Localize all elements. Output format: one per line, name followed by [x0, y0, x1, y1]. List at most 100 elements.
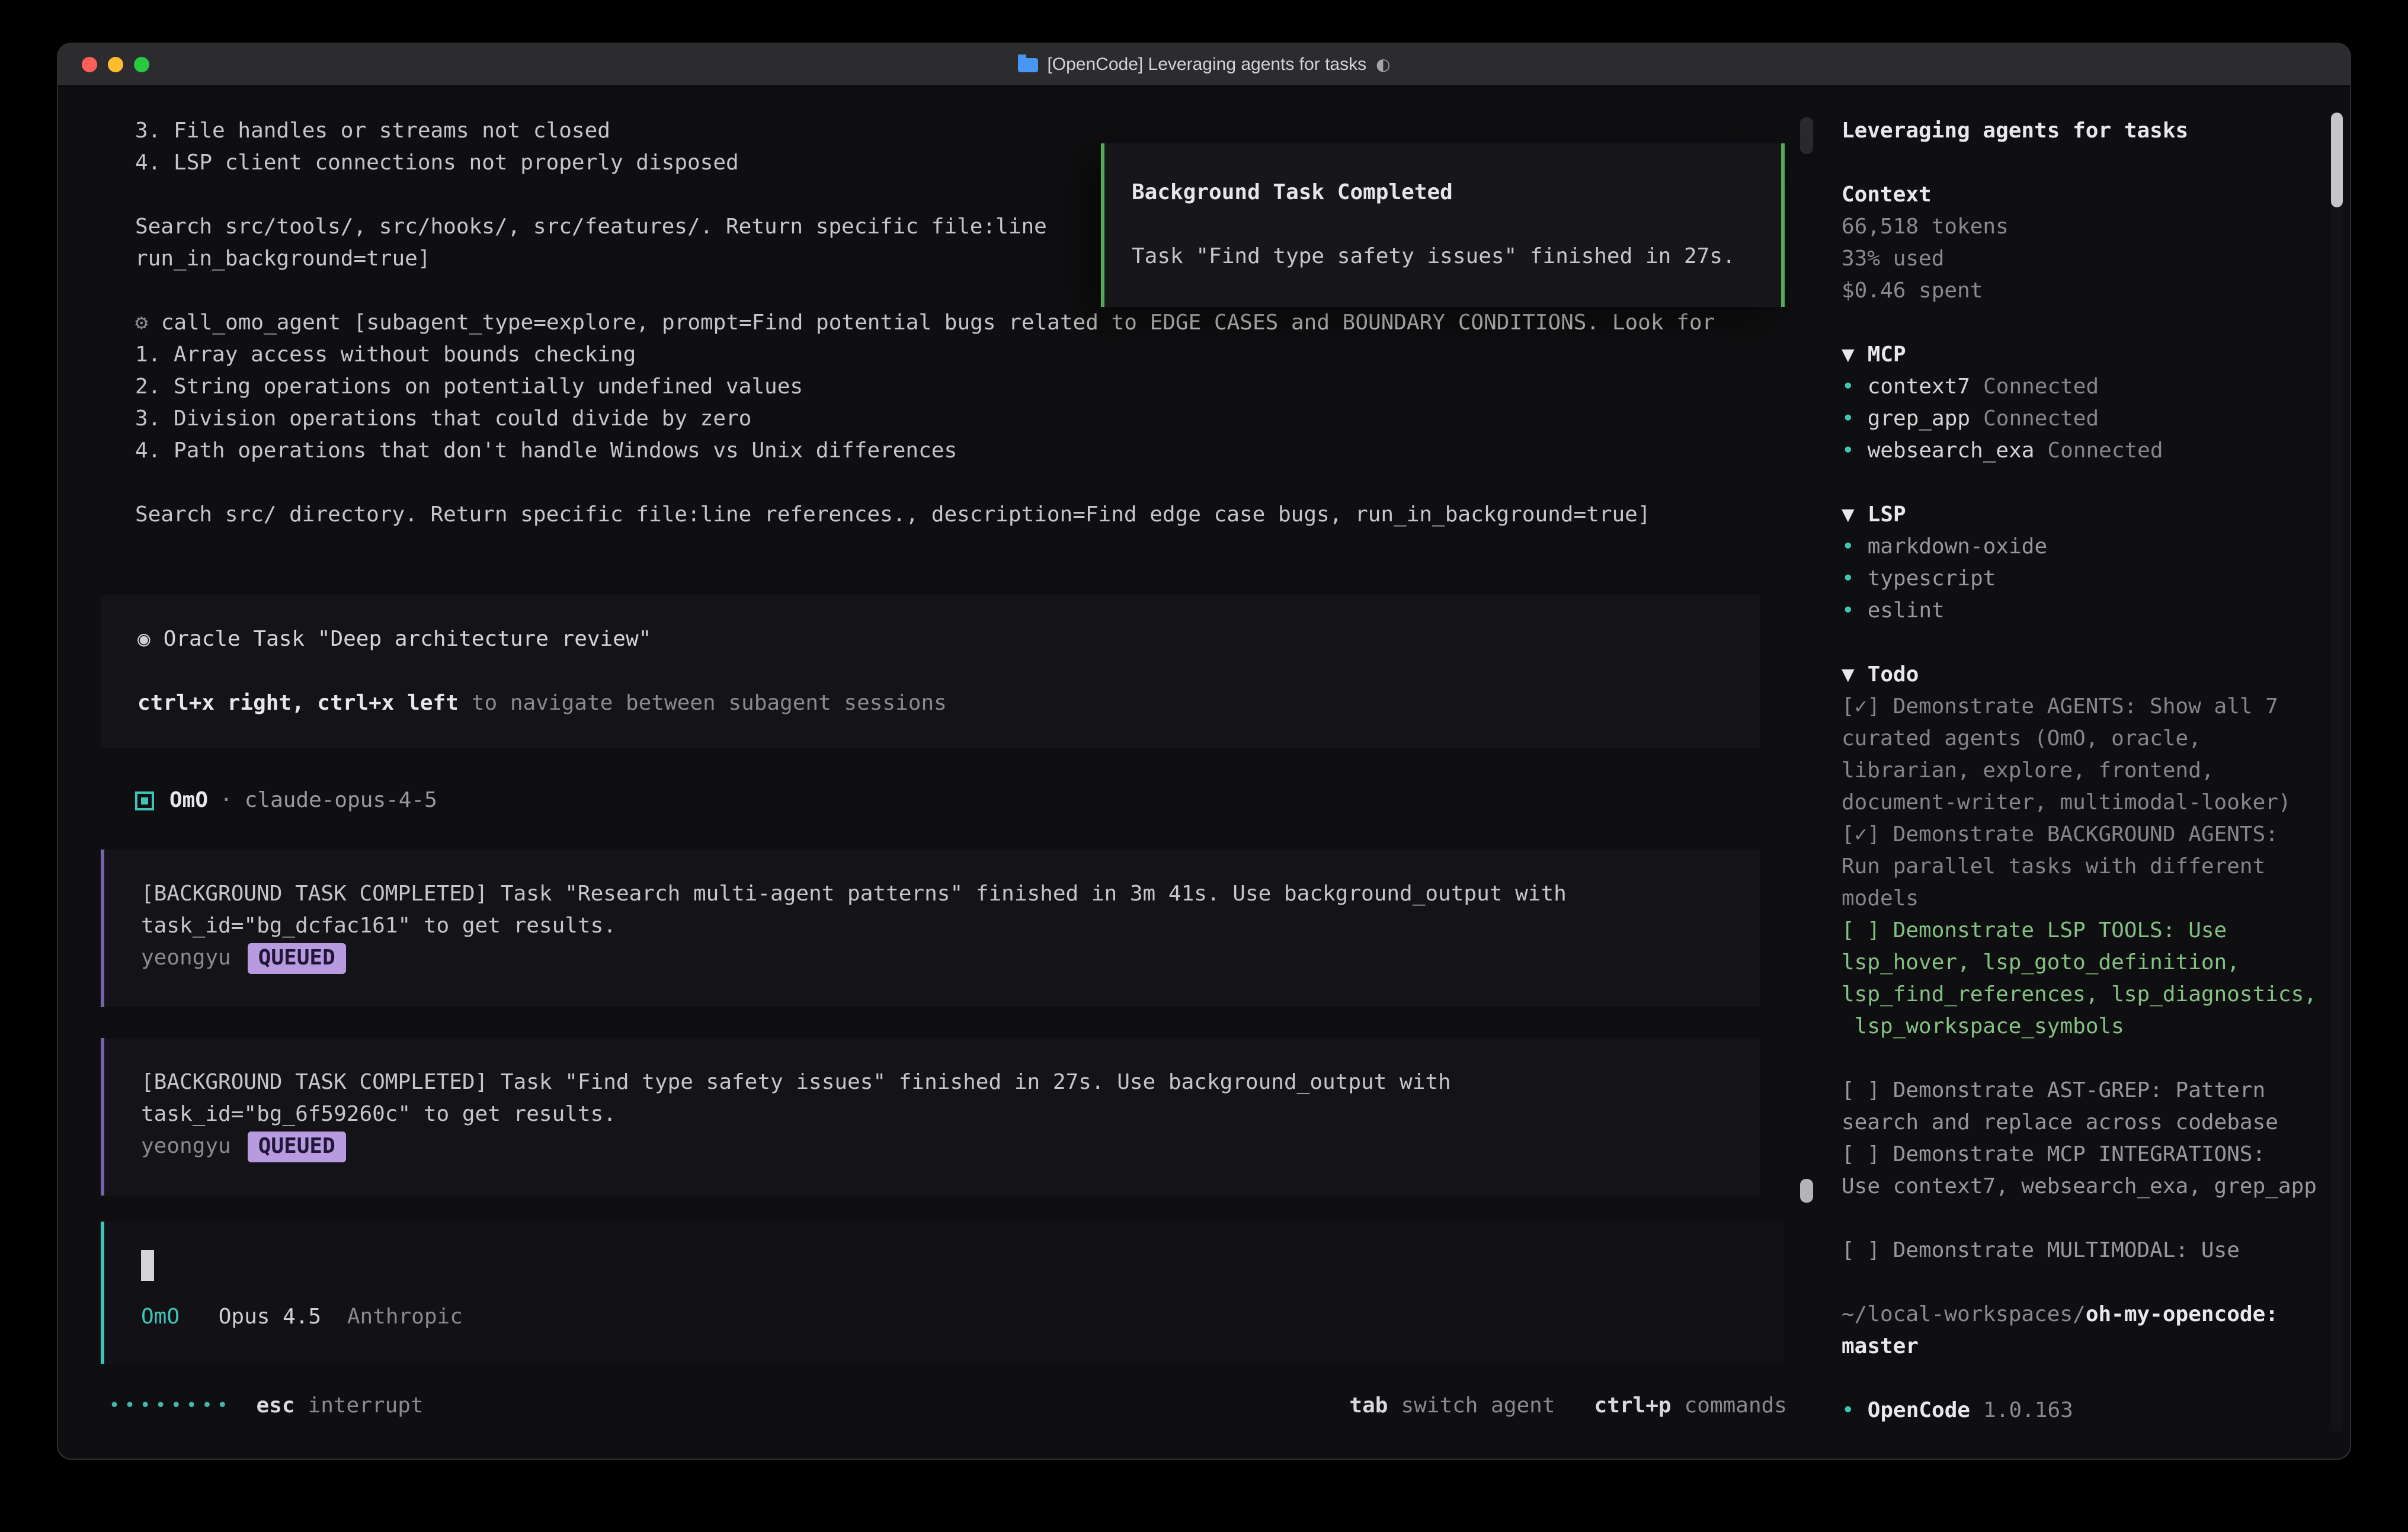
- queued-badge: QUEUED: [248, 943, 346, 974]
- chevron-down-icon: ▼: [1842, 662, 1855, 687]
- app-version-footer: • OpenCode 1.0.163: [1842, 1395, 2323, 1427]
- prompt-input[interactable]: OmO Opus 4.5 Anthropic: [101, 1222, 1783, 1364]
- folder-icon: [1017, 57, 1038, 72]
- separator-dot: ·: [220, 784, 233, 816]
- esc-key-label: interrupt: [308, 1390, 424, 1422]
- traffic-lights: [82, 57, 149, 72]
- provider-label: Anthropic: [347, 1305, 463, 1329]
- context-section-header: Context: [1842, 179, 2323, 211]
- minimize-button[interactable]: [108, 57, 123, 72]
- bullet-icon: •: [1842, 534, 1855, 559]
- mcp-section-header[interactable]: ▼MCP: [1842, 339, 2323, 371]
- todo-header-label: Todo: [1868, 662, 1919, 687]
- maximize-button[interactable]: [134, 57, 149, 72]
- oracle-task-panel: ◉Oracle Task "Deep architecture review" …: [101, 595, 1760, 748]
- background-task-message: [BACKGROUND TASK COMPLETED] Task "Resear…: [101, 850, 1760, 1007]
- oracle-task-title: Oracle Task "Deep architecture review": [164, 627, 652, 652]
- chevron-down-icon: ▼: [1842, 502, 1855, 527]
- tab-key-label: switch agent: [1401, 1390, 1555, 1422]
- terminal-line: Search src/ directory. Return specific f…: [101, 499, 1817, 531]
- window-title: [OpenCode] Leveraging agents for tasks ◐: [1017, 55, 1390, 75]
- ctrlp-key-label: commands: [1685, 1390, 1787, 1422]
- message-line: [BACKGROUND TASK COMPLETED] Task "Resear…: [141, 878, 1731, 910]
- terminal-line: 3. File handles or streams not closed: [101, 115, 1817, 147]
- mcp-name: websearch_exa: [1868, 438, 2035, 463]
- terminal-line: 3. Division operations that could divide…: [101, 403, 1817, 435]
- lsp-item: • typescript: [1842, 563, 2323, 595]
- todo-item: [ ] Demonstrate MULTIMODAL: Use: [1842, 1235, 2323, 1267]
- agent-header: OmO · claude-opus-4-5: [101, 784, 1817, 816]
- notification-body: Task "Find type safety issues" finished …: [1132, 241, 1757, 273]
- active-agent-label: OmO: [141, 1305, 180, 1329]
- bullet-icon: •: [1842, 438, 1855, 463]
- workspace-path: ~/local-workspaces/oh-my-opencode:: [1842, 1299, 2323, 1331]
- workspace-path-prefix: ~/local-workspaces/: [1842, 1302, 2086, 1327]
- message-line: task_id="bg_6f59260c" to get results.: [141, 1098, 1731, 1130]
- agent-name: OmO: [169, 784, 208, 816]
- main-scrollbar-segment[interactable]: [1800, 117, 1813, 154]
- bullet-icon: •: [1842, 374, 1855, 399]
- gear-icon: ⚙: [135, 310, 148, 335]
- lsp-section-header[interactable]: ▼ LSP: [1842, 499, 2323, 531]
- message-meta: yeongyu QUEUED: [141, 942, 1731, 974]
- todo-item: [ ] Demonstrate MCP INTEGRATIONS: Use co…: [1842, 1139, 2323, 1203]
- tool-call-text: call_omo_agent [subagent_type=explore, p…: [161, 310, 1715, 335]
- terminal-line: 2. String operations on potentially unde…: [101, 371, 1817, 403]
- mcp-item: •grep_appConnected: [1842, 403, 2323, 435]
- context-spent: $0.46 spent: [1842, 275, 2323, 307]
- background-task-notification: Background Task Completed Task "Find typ…: [1101, 143, 1785, 307]
- bullet-icon: •: [1842, 1398, 1855, 1423]
- notification-title: Background Task Completed: [1132, 177, 1757, 209]
- lsp-item: • eslint: [1842, 595, 2323, 627]
- input-footer: OmO Opus 4.5 Anthropic: [141, 1301, 1783, 1333]
- context-tokens: 66,518 tokens: [1842, 211, 2323, 243]
- active-model-label: Opus 4.5: [219, 1305, 321, 1329]
- mcp-status: Connected: [2047, 438, 2163, 463]
- message-meta: yeongyuQUEUED: [141, 1130, 1731, 1162]
- tab-key-hint: tab: [1349, 1390, 1388, 1422]
- app-window: [OpenCode] Leveraging agents for tasks ◐…: [57, 43, 2351, 1460]
- lsp-name: typescript: [1868, 566, 1996, 591]
- sidebar-scrollbar-track[interactable]: [2331, 113, 2343, 1432]
- sidebar: Leveraging agents for tasks Context 66,5…: [1817, 86, 2350, 1460]
- window-body: 3. File handles or streams not closed 4.…: [58, 86, 2350, 1460]
- hint-text: to navigate between subagent sessions: [472, 691, 947, 716]
- half-circle-icon: ◐: [1376, 55, 1390, 74]
- lsp-name: eslint: [1868, 598, 1945, 623]
- status-bar: •••••••• esc interrupt tab switch agent …: [109, 1390, 1787, 1422]
- todo-section-header[interactable]: ▼ Todo: [1842, 659, 2323, 691]
- context-used: 33% used: [1842, 243, 2323, 275]
- close-button[interactable]: [82, 57, 97, 72]
- todo-item: [✓] Demonstrate AGENTS: Show all 7 curat…: [1842, 691, 2323, 819]
- main-terminal-pane: 3. File handles or streams not closed 4.…: [58, 86, 1817, 1460]
- oracle-task-title-row: ◉Oracle Task "Deep architecture review": [137, 623, 1731, 655]
- oracle-navigation-hint: ctrl+x right, ctrl+x leftto navigate bet…: [137, 687, 1731, 719]
- workspace-branch: master: [1842, 1331, 2323, 1363]
- mcp-item: • websearch_exa Connected: [1842, 435, 2323, 467]
- terminal-line: 4. Path operations that don't handle Win…: [101, 435, 1817, 467]
- app-name: OpenCode: [1868, 1398, 1970, 1423]
- main-scrollbar-thumb[interactable]: [1800, 1179, 1813, 1203]
- bullet-icon: •: [1842, 406, 1855, 431]
- lsp-header-label: LSP: [1868, 502, 1906, 527]
- terminal-line: 1. Array access without bounds checking: [101, 339, 1817, 371]
- agent-model: claude-opus-4-5: [245, 784, 437, 816]
- bullet-icon: •: [1842, 566, 1855, 591]
- mcp-name: grep_app: [1868, 406, 1970, 431]
- queued-badge: QUEUED: [248, 1132, 346, 1162]
- session-title: Leveraging agents for tasks: [1842, 115, 2323, 147]
- bullet-icon: •: [1842, 598, 1855, 623]
- titlebar[interactable]: [OpenCode] Leveraging agents for tasks ◐: [58, 44, 2350, 86]
- window-title-text: [OpenCode] Leveraging agents for tasks: [1047, 55, 1366, 75]
- workspace-name: oh-my-opencode:: [2086, 1302, 2278, 1327]
- todo-item: [ ] Demonstrate AST-GREP: Pattern search…: [1842, 1075, 2323, 1139]
- ctrlp-key-hint: ctrl+p: [1594, 1390, 1671, 1422]
- mcp-name: context7: [1868, 374, 1970, 399]
- esc-key-hint: esc: [257, 1390, 295, 1422]
- mcp-header-label: MCP: [1868, 342, 1906, 367]
- app-version: 1.0.163: [1983, 1398, 2073, 1423]
- spinner-icon: ••••••••: [109, 1390, 233, 1422]
- message-author: yeongyu: [141, 946, 231, 970]
- sidebar-scrollbar-thumb[interactable]: [2331, 113, 2343, 207]
- tool-call-line: ⚙ call_omo_agent [subagent_type=explore, …: [101, 307, 1817, 339]
